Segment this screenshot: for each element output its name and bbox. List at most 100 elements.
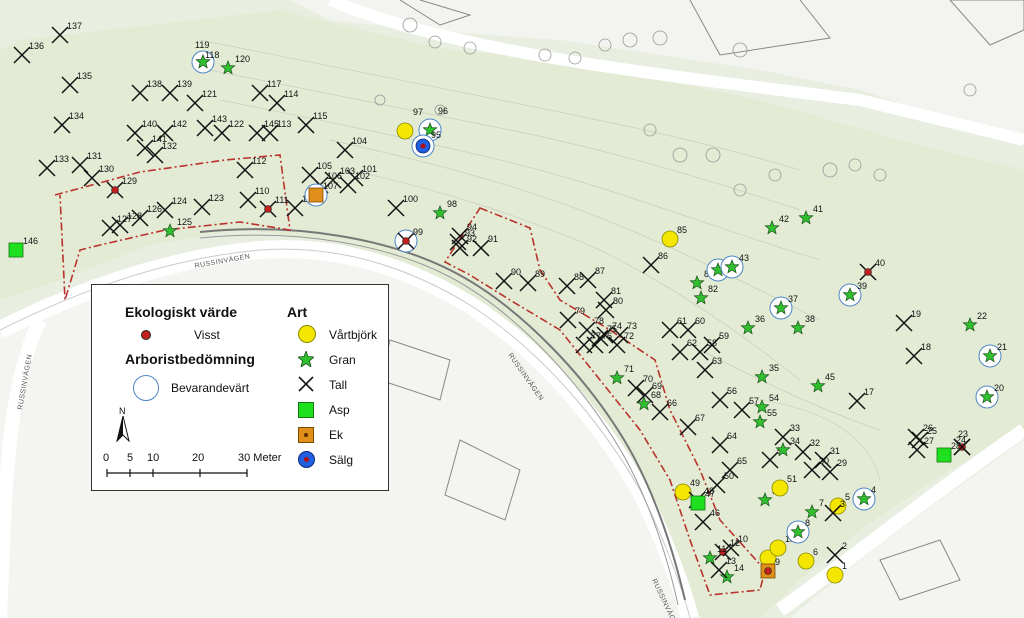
tree-label-80: 80 (613, 296, 623, 306)
tree-label-115: 115 (313, 111, 327, 121)
tree-label-5: 5 (845, 492, 850, 502)
tree-label-49: 49 (690, 478, 700, 488)
tree-label-119: 119 (195, 40, 209, 50)
tree-label-47: 47 (705, 489, 715, 499)
tree-label-132: 132 (162, 141, 177, 151)
vartbjork-icon (661, 230, 679, 248)
tree-label-40: 40 (875, 258, 885, 268)
tree-label-89: 89 (535, 269, 545, 279)
tree-label-85: 85 (677, 225, 687, 235)
tree-label-30: 30 (819, 456, 829, 466)
visst-dot-icon (402, 237, 410, 245)
tree-label-35: 35 (769, 363, 779, 373)
tree-label-11: 11 (717, 544, 726, 554)
tree-label-66: 66 (667, 398, 677, 408)
tree-label-111: 111 (275, 195, 289, 205)
tree-label-39: 39 (857, 281, 867, 291)
tree-label-3: 3 (840, 499, 845, 509)
tree-label-130: 130 (99, 164, 114, 174)
tree-label-58: 58 (707, 338, 717, 348)
tree-label-21: 21 (997, 342, 1007, 352)
tree-label-20: 20 (994, 383, 1004, 393)
asp-square-icon (690, 495, 706, 511)
tree-label-87: 87 (595, 266, 605, 276)
tree-label-99: 99 (413, 227, 423, 237)
tree-label-4: 4 (871, 485, 876, 495)
tree-label-121: 121 (202, 89, 217, 99)
tree-label-46: 46 (710, 508, 720, 518)
tree-label-86: 86 (658, 251, 668, 261)
tree-label-65: 65 (737, 456, 747, 466)
tree-label-91: 91 (488, 234, 498, 244)
tree-label-19: 19 (911, 309, 921, 319)
tree-label-146: 146 (23, 236, 38, 246)
tree-label-68: 68 (651, 390, 661, 400)
asp-square-icon (8, 242, 24, 258)
tree-label-113: 113 (277, 119, 291, 129)
north-arrow-icon (116, 416, 130, 442)
tree-label-10: 10 (738, 534, 748, 544)
tree-label-64: 64 (727, 431, 737, 441)
tree-label-125: 125 (177, 217, 192, 227)
tree-label-63: 63 (712, 356, 722, 366)
tall-x-icon (298, 376, 314, 392)
legend-species-title: Art (287, 304, 308, 320)
tree-label-82: 82 (708, 284, 718, 294)
tree-label-101: 101 (362, 164, 377, 174)
tree-label-112: 112 (252, 156, 266, 166)
tree-label-142: 142 (172, 119, 187, 129)
tree-label-79: 79 (575, 306, 585, 316)
tree-label-120: 120 (235, 54, 250, 64)
tree-label-73: 73 (627, 321, 637, 331)
tree-label-71: 71 (624, 364, 634, 374)
scale-tick-1: 5 (127, 452, 134, 464)
asp-square-icon (936, 447, 952, 463)
vartbjork-icon (769, 539, 787, 557)
asp-square-icon (298, 402, 314, 418)
tree-label-59: 59 (719, 331, 729, 341)
vartbjork-icon (771, 479, 789, 497)
vartbjork-icon (298, 325, 316, 343)
tree-label-42: 42 (779, 214, 789, 224)
scale-tick-0: 0 (103, 452, 110, 464)
tree-label-96: 96 (438, 106, 448, 116)
tree-label-60: 60 (695, 316, 705, 326)
tree-label-55: 55 (767, 408, 777, 418)
tree-label-22: 22 (977, 311, 987, 321)
tree-label-38: 38 (805, 314, 815, 324)
tree-label-81: 81 (611, 286, 621, 296)
tree-label-114: 114 (284, 89, 298, 99)
bevarandevart-circle-icon (133, 375, 159, 401)
tree-label-98: 98 (447, 199, 457, 209)
vartbjork-icon (826, 566, 844, 584)
tree-label-110: 110 (255, 186, 269, 196)
tree-label-37: 37 (788, 294, 798, 304)
tree-label-118: 118 (205, 50, 219, 60)
tree-label-67: 67 (695, 413, 705, 423)
tree-label-23: 23 (958, 429, 968, 439)
tree-label-41: 41 (813, 204, 823, 214)
tree-label-133: 133 (54, 154, 69, 164)
legend-species-1: Gran (329, 353, 356, 367)
vartbjork-icon (797, 552, 815, 570)
tree-label-104: 104 (352, 136, 367, 146)
tree-label-8: 8 (805, 518, 810, 528)
tree-label-31: 31 (830, 446, 840, 456)
visst-dot-icon (111, 186, 119, 194)
legend-eco-title: Ekologiskt värde (125, 304, 238, 320)
tree-label-95: 95 (431, 130, 441, 140)
vartbjork-icon (396, 122, 414, 140)
scale-tick-4: 30 Meter (238, 452, 282, 464)
tree-label-9: 9 (775, 557, 780, 567)
tree-label-123: 123 (209, 193, 224, 203)
legend-arbor-item: Bevarandevärt (171, 381, 250, 395)
tree-label-140: 140 (142, 119, 157, 129)
vartbjork-icon (674, 483, 692, 501)
tree-label-43: 43 (739, 253, 749, 263)
tree-label-54: 54 (769, 393, 779, 403)
tree-label-72: 72 (624, 331, 634, 341)
tree-label-56: 56 (727, 386, 737, 396)
scale-tick-2: 10 (147, 452, 160, 464)
tree-label-131: 131 (87, 151, 102, 161)
ek-square-icon (298, 427, 314, 443)
